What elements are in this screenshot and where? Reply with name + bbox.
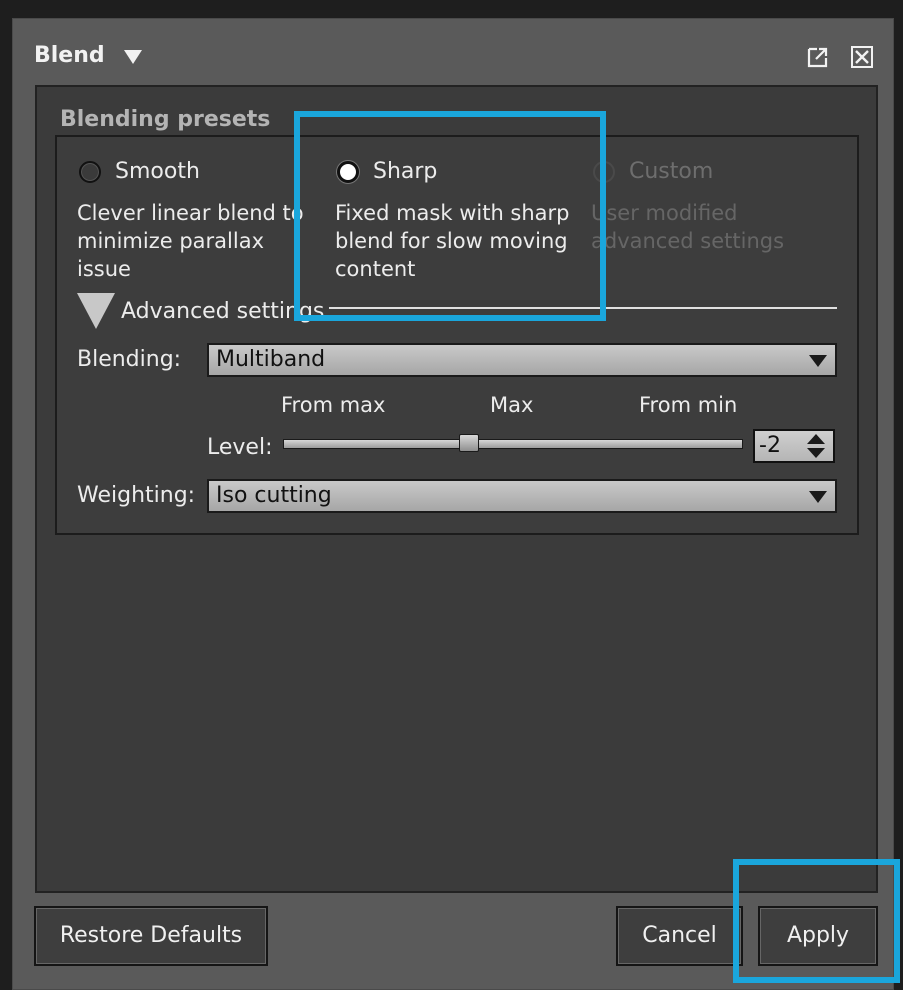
blending-select[interactable]: Multiband xyxy=(207,343,837,377)
level-slider-handle[interactable] xyxy=(459,434,479,452)
blending-label: Blending: xyxy=(77,347,182,372)
chevron-down-icon xyxy=(809,491,827,503)
sharp-label: Sharp xyxy=(373,159,438,184)
level-spinbox[interactable]: -2 xyxy=(753,429,835,463)
panel-title: Blend xyxy=(34,43,105,68)
popout-icon[interactable] xyxy=(806,45,830,69)
level-spinbox-value: -2 xyxy=(759,433,781,458)
sharp-radio[interactable] xyxy=(337,160,359,183)
chevron-down-icon xyxy=(809,355,827,367)
spin-down-icon[interactable] xyxy=(807,448,825,458)
level-tick-from-min: From min xyxy=(639,393,738,417)
advanced-settings-label[interactable]: Advanced settings xyxy=(121,299,324,324)
apply-button[interactable]: Apply xyxy=(758,906,878,966)
custom-label: Custom xyxy=(629,159,714,184)
blending-select-value: Multiband xyxy=(216,347,326,372)
smooth-description: Clever linear blend to minimize parallax… xyxy=(77,201,304,281)
level-tick-from-max: From max xyxy=(281,393,386,417)
close-icon[interactable] xyxy=(850,45,874,69)
custom-description: User modified advanced settings xyxy=(591,201,785,253)
spin-up-icon[interactable] xyxy=(807,434,825,444)
weighting-select-value: Iso cutting xyxy=(216,483,332,508)
level-label: Level: xyxy=(207,435,273,460)
weighting-label: Weighting: xyxy=(77,483,196,508)
panel-menu-caret-icon[interactable] xyxy=(124,50,142,64)
blending-presets-group: Smooth Clever linear blend to minimize p… xyxy=(55,135,859,535)
sharp-description: Fixed mask with sharp blend for slow mov… xyxy=(335,201,570,281)
smooth-label: Smooth xyxy=(115,159,200,184)
restore-defaults-button[interactable]: Restore Defaults xyxy=(34,906,268,966)
advanced-settings-divider xyxy=(329,307,837,309)
preset-custom: Custom xyxy=(593,159,713,184)
cancel-button[interactable]: Cancel xyxy=(616,906,743,966)
smooth-radio[interactable] xyxy=(79,160,101,183)
blending-presets-label: Blending presets xyxy=(60,107,271,132)
preset-sharp[interactable]: Sharp xyxy=(337,159,437,184)
blend-panel: Blend Blending presets Smooth Clever lin… xyxy=(12,18,894,990)
level-tick-max: Max xyxy=(490,393,534,417)
preset-smooth[interactable]: Smooth xyxy=(79,159,200,184)
advanced-settings-toggle-icon[interactable] xyxy=(77,293,115,329)
level-slider-track[interactable] xyxy=(283,439,743,449)
weighting-select[interactable]: Iso cutting xyxy=(207,479,837,513)
blend-settings-area: Blending presets Smooth Clever linear bl… xyxy=(35,85,878,893)
custom-radio xyxy=(593,160,615,183)
panel-titlebar: Blend xyxy=(13,19,893,95)
